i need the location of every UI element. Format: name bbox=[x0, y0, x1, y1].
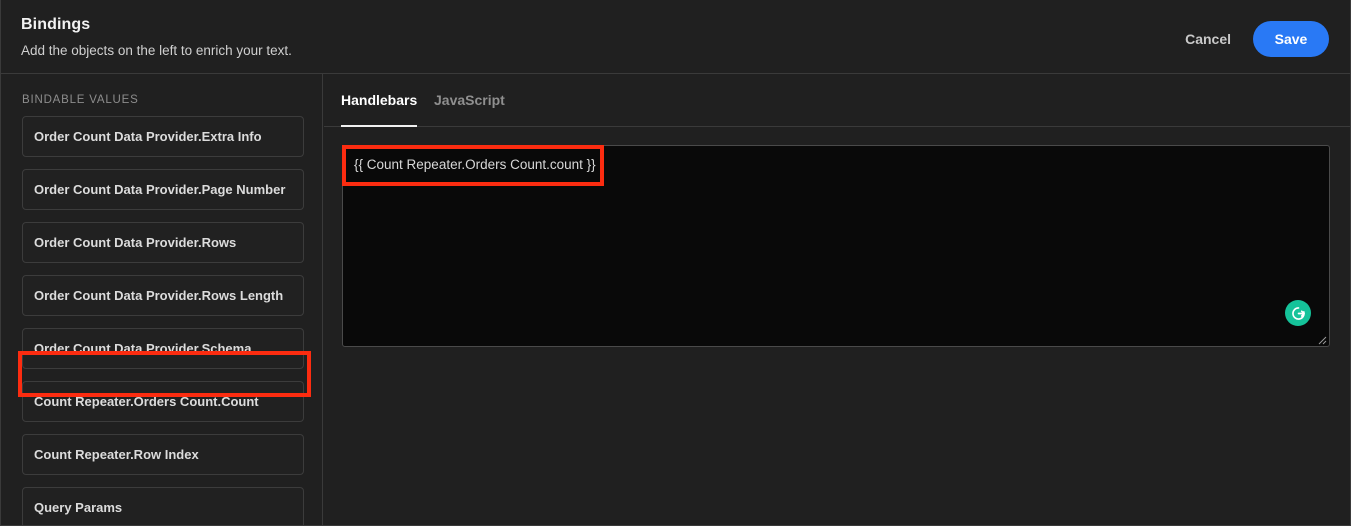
header-actions: Cancel Save bbox=[1181, 21, 1329, 57]
list-item[interactable]: Order Count Data Provider.Page Number bbox=[22, 169, 304, 210]
list-item-label: Order Count Data Provider.Page Number bbox=[34, 182, 285, 197]
code-editor-text: {{ Count Repeater.Orders Count.count }} bbox=[354, 157, 596, 172]
dialog-body: BINDABLE VALUES Order Count Data Provide… bbox=[1, 74, 1350, 526]
list-item[interactable]: Order Count Data Provider.Rows bbox=[22, 222, 304, 263]
bindings-dialog: Bindings Add the objects on the left to … bbox=[0, 0, 1351, 526]
list-item[interactable]: Order Count Data Provider.Rows Length bbox=[22, 275, 304, 316]
tab-handlebars[interactable]: Handlebars bbox=[341, 92, 417, 127]
list-item-label: Order Count Data Provider.Rows bbox=[34, 235, 236, 250]
page-title: Bindings bbox=[21, 16, 90, 34]
sidebar-heading: BINDABLE VALUES bbox=[22, 94, 139, 106]
resize-grip-icon[interactable] bbox=[1315, 332, 1327, 344]
list-item[interactable]: Order Count Data Provider.Schema bbox=[22, 328, 304, 369]
binding-editor-panel: Handlebars JavaScript {{ Count Repeater.… bbox=[324, 74, 1351, 526]
tab-javascript[interactable]: JavaScript bbox=[434, 92, 505, 127]
bindable-values-list[interactable]: Order Count Data Provider.Extra Info Ord… bbox=[1, 116, 323, 526]
list-item-label: Count Repeater.Orders Count.Count bbox=[34, 394, 259, 409]
list-item-label: Query Params bbox=[34, 500, 122, 515]
list-item[interactable]: Query Params bbox=[22, 487, 304, 526]
list-item-label: Order Count Data Provider.Extra Info bbox=[34, 129, 262, 144]
code-editor[interactable]: {{ Count Repeater.Orders Count.count }} bbox=[342, 145, 1330, 347]
page-subtitle: Add the objects on the left to enrich yo… bbox=[21, 43, 292, 58]
list-item[interactable]: Order Count Data Provider.Extra Info bbox=[22, 116, 304, 157]
list-item-label: Count Repeater.Row Index bbox=[34, 447, 199, 462]
list-item-count-repeater-orders-count[interactable]: Count Repeater.Orders Count.Count bbox=[22, 381, 304, 422]
save-button[interactable]: Save bbox=[1253, 21, 1329, 57]
dialog-header: Bindings Add the objects on the left to … bbox=[1, 0, 1350, 74]
grammarly-refresh-icon[interactable] bbox=[1285, 300, 1311, 326]
list-item-label: Order Count Data Provider.Schema bbox=[34, 341, 251, 356]
code-editor-wrap: {{ Count Repeater.Orders Count.count }} bbox=[342, 145, 1330, 347]
list-item[interactable]: Count Repeater.Row Index bbox=[22, 434, 304, 475]
editor-tabs: Handlebars JavaScript bbox=[324, 74, 1351, 127]
list-item-label: Order Count Data Provider.Rows Length bbox=[34, 288, 283, 303]
bindable-values-sidebar: BINDABLE VALUES Order Count Data Provide… bbox=[1, 74, 323, 526]
cancel-button[interactable]: Cancel bbox=[1181, 25, 1235, 53]
